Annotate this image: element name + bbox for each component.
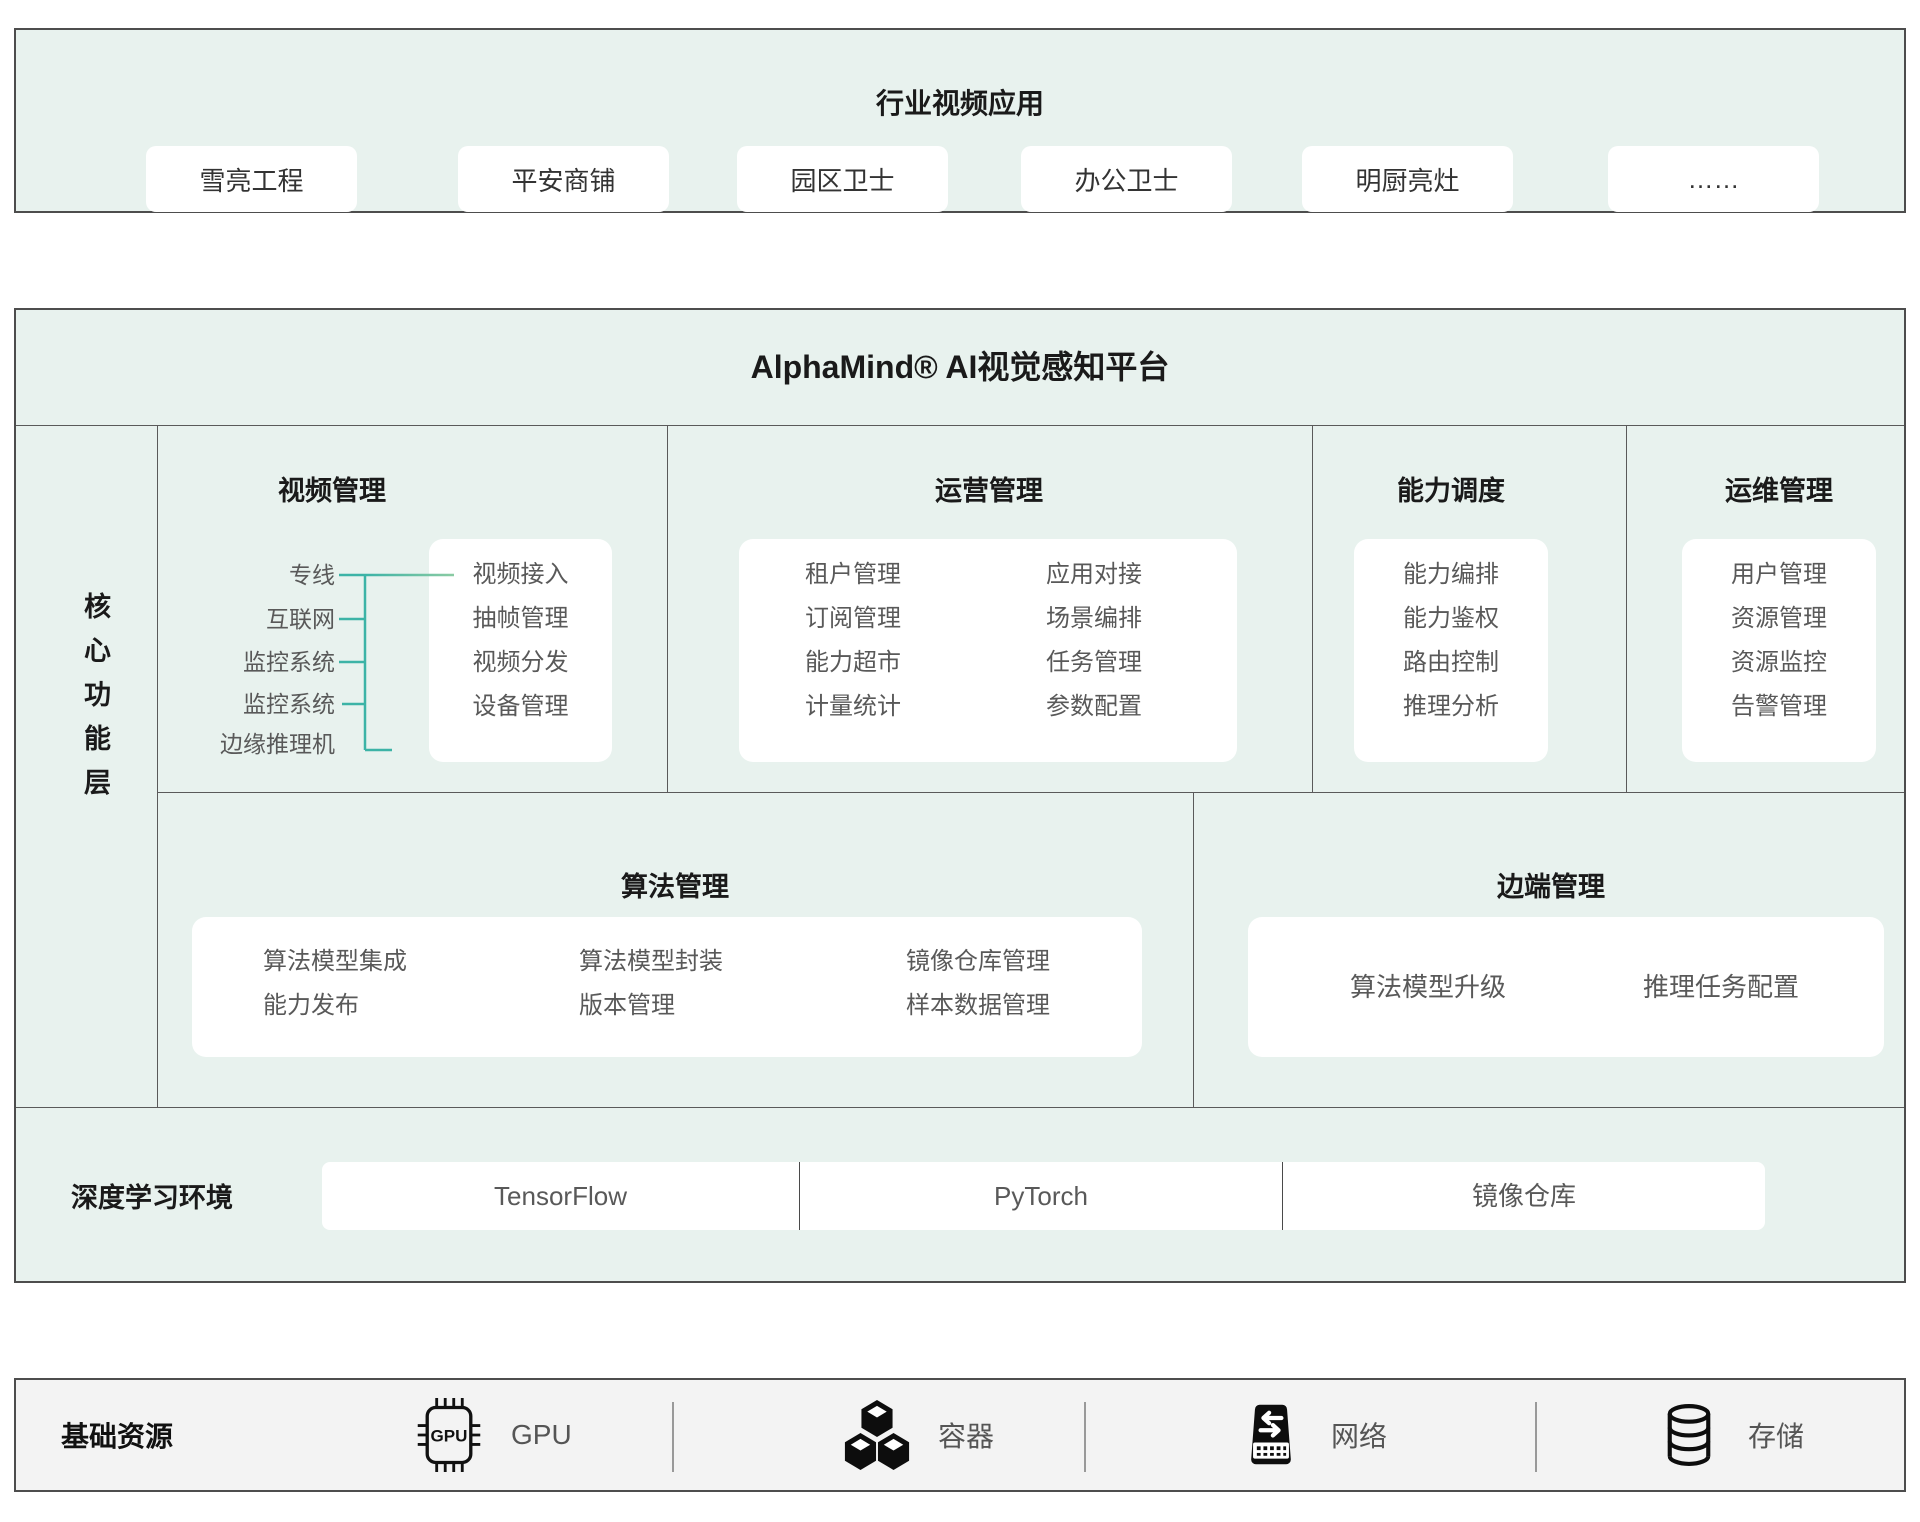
divider [16,1107,1904,1108]
list-item: 用户管理 [1682,553,1876,597]
resource-label: 容器 [938,1415,994,1455]
resource-gpu: GPU GPU [413,1380,572,1490]
video-source-connector-lines [339,565,464,765]
list-item: 参数配置 [1019,685,1169,729]
video-source-label: 监控系统 [75,647,335,677]
divider [16,425,1904,426]
list-item: 资源监控 [1682,641,1876,685]
operation-mgmt-title: 运营管理 [869,469,1109,508]
list-item: 应用对接 [1019,553,1169,597]
dl-env-frameworks: TensorFlow PyTorch 镜像仓库 [322,1162,1765,1230]
list-item: 能力超市 [778,641,928,685]
list-item: 算法模型升级 [1278,965,1578,1009]
gpu-icon: GPU [413,1395,485,1475]
capability-functions-box: 能力编排 能力鉴权 路由控制 推理分析 [1354,539,1548,762]
app-button-yuanqu[interactable]: 园区卫士 [737,146,948,212]
storage-icon [1656,1398,1722,1472]
infrastructure-label: 基础资源 [61,1380,173,1490]
app-button-xueliang[interactable]: 雪亮工程 [146,146,357,212]
list-item: 路由控制 [1354,641,1548,685]
app-button-bangong[interactable]: 办公卫士 [1021,146,1232,212]
industry-apps-panel: 行业视频应用 雪亮工程 平安商铺 园区卫士 办公卫士 明厨亮灶 …… [14,28,1906,213]
resource-storage: 存储 [1656,1380,1804,1490]
list-item: 推理分析 [1354,685,1548,729]
svg-text:GPU: GPU [431,1427,468,1446]
video-mgmt-title: 视频管理 [212,469,452,508]
list-item: 场景编排 [1019,597,1169,641]
dl-framework-tensorflow: TensorFlow [322,1162,799,1230]
list-item: 告警管理 [1682,685,1876,729]
list-item: 任务管理 [1019,641,1169,685]
network-icon [1237,1399,1305,1471]
dl-framework-registry: 镜像仓库 [1282,1162,1765,1230]
resource-label: 存储 [1748,1415,1804,1455]
list-item: 镜像仓库管理 [906,940,1050,984]
platform-panel: AlphaMind® AI视觉感知平台 核心功能层 视频管理 运营管理 能力调度… [14,308,1906,1283]
video-source-label: 边缘推理机 [75,729,335,759]
list-item: 租户管理 [778,553,928,597]
divider [1626,425,1627,792]
industry-apps-title: 行业视频应用 [16,82,1904,122]
divider [157,792,1904,793]
algorithm-functions-box: 算法模型集成 能力发布 算法模型封装 版本管理 镜像仓库管理 样本数据管理 [192,917,1142,1057]
video-source-label: 监控系统 [75,689,335,719]
divider [1084,1402,1086,1472]
list-item: 算法模型封装 [579,940,723,984]
edge-functions-box: 算法模型升级 推理任务配置 [1248,917,1884,1057]
edge-mgmt-title: 边端管理 [1431,865,1671,904]
divider [1535,1402,1537,1472]
container-icon [842,1398,912,1472]
list-item: 样本数据管理 [906,984,1050,1028]
resource-network: 网络 [1237,1380,1387,1490]
list-item: 订阅管理 [778,597,928,641]
ops-maintenance-title: 运维管理 [1659,469,1899,508]
dl-framework-pytorch: PyTorch [799,1162,1282,1230]
architecture-diagram: 行业视频应用 雪亮工程 平安商铺 园区卫士 办公卫士 明厨亮灶 …… Alpha… [0,0,1920,1522]
list-item: 资源管理 [1682,597,1876,641]
video-source-label: 互联网 [75,604,335,634]
divider [1312,425,1313,792]
algorithm-mgmt-title: 算法管理 [555,865,795,904]
ops-functions-box: 用户管理 资源管理 资源监控 告警管理 [1682,539,1876,762]
list-item: 计量统计 [778,685,928,729]
list-item: 能力鉴权 [1354,597,1548,641]
app-button-pingan[interactable]: 平安商铺 [458,146,669,212]
video-source-label: 专线 [75,560,335,590]
resource-label: GPU [511,1419,572,1451]
dl-env-label: 深度学习环境 [32,1176,272,1215]
infrastructure-panel: 基础资源 GPU GPU [14,1378,1906,1492]
app-button-more[interactable]: …… [1608,146,1819,212]
operation-functions-box: 租户管理 订阅管理 能力超市 计量统计 应用对接 场景编排 任务管理 参数配置 [739,539,1237,762]
list-item: 版本管理 [579,984,723,1028]
divider [1193,792,1194,1107]
resource-label: 网络 [1331,1415,1387,1455]
list-item: 算法模型集成 [263,940,407,984]
app-button-mingchu[interactable]: 明厨亮灶 [1302,146,1513,212]
capability-scheduling-title: 能力调度 [1331,469,1571,508]
list-item: 推理任务配置 [1571,965,1871,1009]
divider [157,425,158,1107]
platform-title: AlphaMind® AI视觉感知平台 [16,310,1904,425]
divider [667,425,668,792]
resource-container: 容器 [842,1380,994,1490]
divider [672,1402,674,1472]
list-item: 能力发布 [263,984,407,1028]
list-item: 能力编排 [1354,553,1548,597]
